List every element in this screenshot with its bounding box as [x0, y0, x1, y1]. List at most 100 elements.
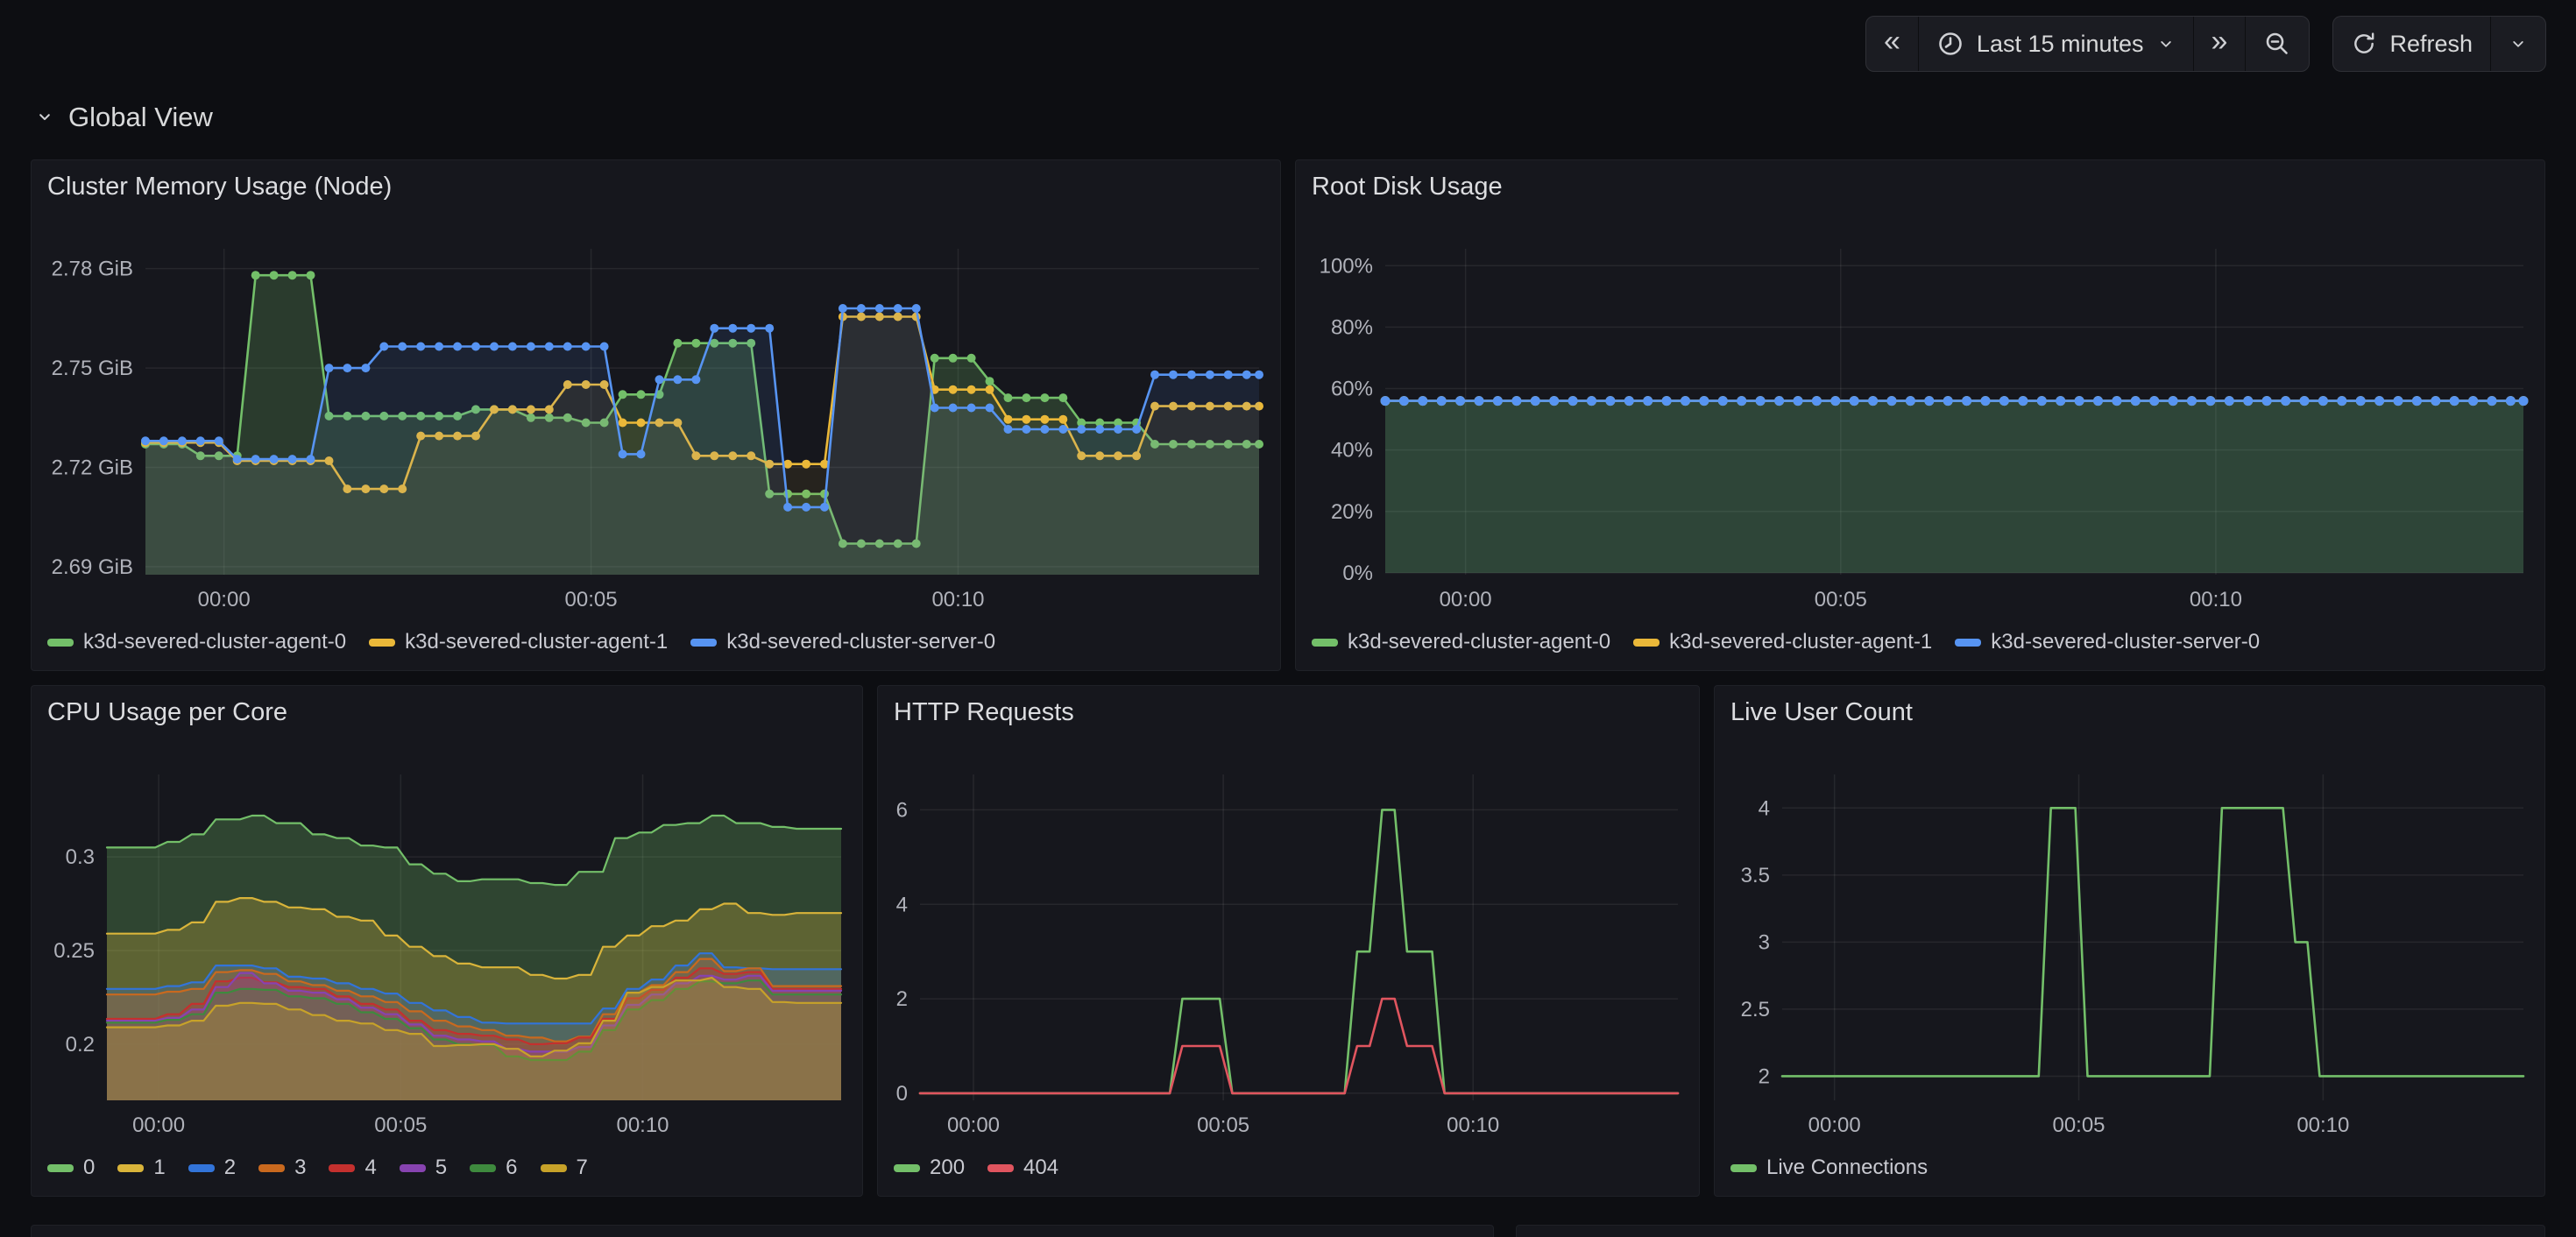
legend-item[interactable]: k3d-severed-cluster-agent-1 — [369, 630, 668, 654]
legend-item[interactable]: 2 — [188, 1156, 236, 1180]
legend-swatch — [258, 1164, 285, 1172]
refresh-interval-dropdown[interactable] — [2490, 17, 2545, 71]
legend-label: k3d-severed-cluster-agent-0 — [83, 630, 346, 654]
chart-area: 0%20%40%60%80%100%00:0000:0500:10 — [1312, 244, 2529, 614]
x-tick-label: 00:05 — [1197, 1113, 1249, 1137]
legend-swatch — [188, 1164, 215, 1172]
legend-swatch — [47, 1164, 74, 1172]
series-line — [920, 999, 1678, 1093]
legend-swatch — [470, 1164, 496, 1172]
double-chevron-left-icon: « — [1884, 26, 1900, 61]
legend-label: 0 — [83, 1156, 95, 1180]
time-toolbar: « Last 15 minutes » — [1865, 16, 2546, 72]
legend-item[interactable]: k3d-severed-cluster-server-0 — [690, 630, 995, 654]
legend-item[interactable]: k3d-severed-cluster-server-0 — [1955, 630, 2260, 654]
x-tick-label: 00:05 — [2052, 1113, 2105, 1137]
y-tick-label: 0.3 — [66, 845, 95, 869]
legend-label: 200 — [930, 1156, 965, 1180]
x-tick-label: 00:10 — [2190, 588, 2242, 611]
legend-swatch — [117, 1164, 144, 1172]
legend-label: k3d-severed-cluster-agent-0 — [1348, 630, 1610, 654]
panel-cpu-usage-per-core: CPU Usage per Core 0.20.250.300:0000:050… — [31, 685, 863, 1197]
panel-title[interactable]: Cluster Memory Usage (Node) — [47, 173, 392, 201]
series-fill — [1385, 401, 2523, 573]
panel-live-user-count: Live User Count 22.533.5400:0000:0500:10… — [1714, 685, 2545, 1197]
legend-item[interactable]: 1 — [117, 1156, 165, 1180]
legend-item[interactable]: 6 — [470, 1156, 517, 1180]
legend-item[interactable]: Live Connections — [1730, 1156, 1928, 1180]
panel-title[interactable]: CPU Usage per Core — [47, 698, 287, 727]
legend-item[interactable]: k3d-severed-cluster-agent-0 — [47, 630, 346, 654]
chart-legend: 200 404 — [894, 1149, 1058, 1187]
panel-title[interactable]: Root Disk Usage — [1312, 173, 1503, 201]
refresh-button[interactable]: Refresh — [2333, 17, 2490, 71]
y-tick-label: 2.78 GiB — [52, 258, 133, 281]
y-tick-label: 3.5 — [1741, 864, 1770, 887]
legend-item[interactable]: 7 — [541, 1156, 588, 1180]
time-range-picker[interactable]: Last 15 minutes — [1918, 17, 2193, 71]
legend-swatch — [1730, 1164, 1757, 1172]
panel-http-requests: HTTP Requests 024600:0000:0500:10 200404 — [877, 685, 1700, 1197]
y-tick-label: 2.72 GiB — [52, 456, 133, 480]
legend-label: k3d-severed-cluster-server-0 — [1991, 630, 2260, 654]
section-header-global-view[interactable]: Global View — [35, 102, 213, 133]
legend-item[interactable]: 4 — [329, 1156, 376, 1180]
y-tick-label: 0% — [1342, 562, 1373, 585]
x-tick-label: 00:05 — [374, 1113, 427, 1137]
legend-swatch — [1633, 639, 1660, 647]
x-tick-label: 00:10 — [931, 588, 984, 611]
legend-item[interactable]: 404 — [987, 1156, 1058, 1180]
y-tick-label: 20% — [1331, 500, 1373, 524]
x-tick-label: 00:00 — [132, 1113, 185, 1137]
clock-icon — [1936, 30, 1964, 58]
x-tick-label: 00:05 — [565, 588, 618, 611]
legend-item[interactable]: 0 — [47, 1156, 95, 1180]
y-tick-label: 2 — [896, 987, 908, 1011]
y-tick-label: 2.75 GiB — [52, 357, 133, 380]
chart-canvas[interactable]: 2.69 GiB2.72 GiB2.75 GiB2.78 GiB00:0000:… — [47, 244, 1264, 614]
legend-swatch — [894, 1164, 920, 1172]
y-tick-label: 4 — [896, 893, 908, 916]
legend-swatch — [329, 1164, 355, 1172]
chart-canvas[interactable]: 024600:0000:0500:10 — [894, 769, 1683, 1140]
legend-swatch — [1955, 639, 1981, 647]
legend-label: 3 — [294, 1156, 306, 1180]
x-tick-label: 00:00 — [1440, 588, 1492, 611]
y-tick-label: 4 — [1759, 796, 1770, 820]
y-tick-label: 0.25 — [53, 939, 95, 963]
chart-legend: 012 3 4567 — [47, 1149, 588, 1187]
chart-canvas[interactable]: 22.533.5400:0000:0500:10 — [1730, 769, 2529, 1140]
legend-item[interactable]: 3 — [258, 1156, 306, 1180]
time-shift-forward-button[interactable]: » — [2193, 17, 2246, 71]
chart-area: 024600:0000:0500:10 — [894, 769, 1683, 1140]
legend-label: 404 — [1023, 1156, 1058, 1180]
legend-swatch — [1312, 639, 1338, 647]
panel-title[interactable]: HTTP Requests — [894, 698, 1074, 727]
chart-legend: k3d-severed-cluster-agent-0 k3d-severed-c… — [47, 623, 995, 661]
legend-label: k3d-severed-cluster-agent-1 — [1669, 630, 1932, 654]
panel-stub — [1516, 1225, 2545, 1237]
legend-label: 4 — [364, 1156, 376, 1180]
legend-item[interactable]: 200 — [894, 1156, 965, 1180]
section-title: Global View — [68, 102, 213, 133]
zoom-out-button[interactable] — [2245, 17, 2309, 71]
legend-item[interactable]: k3d-severed-cluster-agent-0 — [1312, 630, 1610, 654]
chart-canvas[interactable]: 0%20%40%60%80%100%00:0000:0500:10 — [1312, 244, 2529, 614]
legend-label: k3d-severed-cluster-server-0 — [726, 630, 995, 654]
legend-swatch — [690, 639, 717, 647]
x-tick-label: 00:10 — [1447, 1113, 1499, 1137]
panel-title[interactable]: Live User Count — [1730, 698, 1913, 727]
y-tick-label: 0.2 — [66, 1033, 95, 1057]
time-range-label: Last 15 minutes — [1977, 31, 2144, 58]
legend-item[interactable]: k3d-severed-cluster-agent-1 — [1633, 630, 1932, 654]
chevron-down-icon — [35, 108, 54, 127]
legend-item[interactable]: 5 — [400, 1156, 447, 1180]
x-tick-label: 00:10 — [2296, 1113, 2349, 1137]
x-tick-label: 00:10 — [616, 1113, 669, 1137]
chart-area: 0.2 0.25 0.3 00:00 00:05 00:10 — [47, 769, 846, 1140]
y-tick-label: 2 — [1759, 1064, 1770, 1088]
time-shift-back-button[interactable]: « — [1866, 17, 1918, 71]
x-tick-label: 00:00 — [947, 1113, 1000, 1137]
chart-canvas[interactable]: 0.2 0.25 0.3 00:00 00:05 00:10 — [47, 769, 846, 1140]
y-tick-label: 3 — [1759, 930, 1770, 954]
